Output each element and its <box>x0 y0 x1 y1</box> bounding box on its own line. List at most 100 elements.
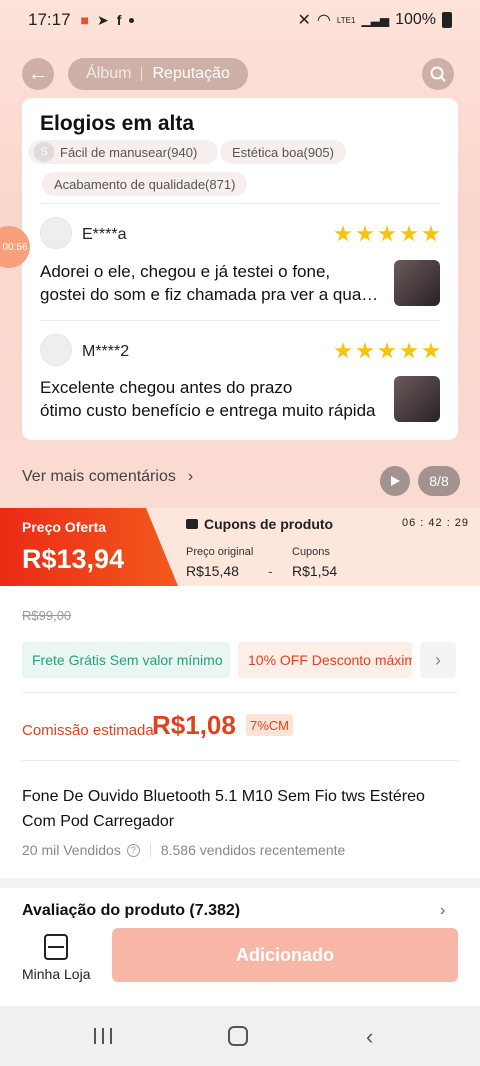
more-dot-icon <box>129 17 135 23</box>
original-price: R$15,48 <box>186 563 239 579</box>
star-icon <box>400 225 418 242</box>
header-tabs: Álbum Reputação <box>68 58 248 90</box>
review-line: Excelente chegou antes do prazo <box>40 378 293 397</box>
star-icon <box>422 342 440 359</box>
star-rating <box>334 225 440 243</box>
see-more-label: Ver mais comentários <box>22 468 176 485</box>
reviewer-name: E****a <box>82 226 127 243</box>
promo-free-shipping[interactable]: Frete Grátis Sem valor mínimo <box>22 642 230 678</box>
product-title: Fone De Ouvido Bluetooth 5.1 M10 Sem Fio… <box>22 788 425 830</box>
lte-label: LTE1 <box>336 15 356 25</box>
system-nav-bar: ‹ <box>0 1006 480 1066</box>
battery-percent: 100% <box>395 11 436 28</box>
star-icon <box>378 225 396 242</box>
media-counter: 8/8 <box>418 466 460 496</box>
timer-text: 00:56 <box>2 241 28 253</box>
sales-info: 20 mil Vendidos ? 8.586 vendidos recente… <box>22 842 345 858</box>
video-icon: ■ <box>80 12 90 28</box>
coupon-value: R$1,54 <box>292 563 338 579</box>
promo-discount[interactable]: 10% OFF Desconto máximo <box>238 642 412 678</box>
countdown-timer: 06 : 42 : 29 <box>402 517 470 529</box>
chip-estetica-boa[interactable]: Estética boa(905) <box>220 140 346 164</box>
coupon-label: Cupons <box>292 546 330 558</box>
search-icon <box>430 66 446 82</box>
chip-label: Fácil de manusear(940) <box>60 144 198 160</box>
avatar <box>40 217 72 249</box>
chevron-right-icon: › <box>187 468 194 485</box>
divider <box>40 320 440 321</box>
avatar: S <box>34 142 54 162</box>
arrow-left-icon: ← <box>28 62 48 85</box>
sold-count: 20 mil Vendidos <box>22 842 121 858</box>
recent-apps-icon[interactable] <box>94 1028 112 1044</box>
commission-value: R$1,08 <box>152 710 236 740</box>
star-icon <box>422 225 440 242</box>
price-banner: Preço Oferta R$13,94 Cupons de produto 0… <box>0 508 480 586</box>
promo-more-button[interactable]: › <box>420 642 456 678</box>
offer-price: R$13,94 <box>22 544 125 574</box>
signal-icon: ▁▃▅ <box>361 13 390 27</box>
review-line: Adorei o ele, chegou e já testei o fone, <box>40 262 331 281</box>
review-line: ótimo custo benefício e entrega muito rá… <box>40 401 376 420</box>
clock: 17:17 <box>28 10 71 29</box>
review-photo[interactable] <box>394 376 440 422</box>
home-icon[interactable] <box>228 1026 248 1046</box>
chip-acabamento[interactable]: Acabamento de qualidade(871) <box>42 172 248 196</box>
recent-sales: 8.586 vendidos recentemente <box>160 842 346 858</box>
chevron-right-icon: › <box>435 649 441 670</box>
review-line: gostei do som e fiz chamada pra ver a qu… <box>40 285 380 304</box>
star-icon <box>356 225 374 242</box>
see-more-comments-link[interactable]: Ver mais comentários › <box>22 468 193 486</box>
divider <box>40 203 440 204</box>
section-gap <box>0 878 480 888</box>
review-photo[interactable] <box>394 260 440 306</box>
coupon-icon <box>186 519 198 529</box>
back-button[interactable]: ← <box>22 58 54 90</box>
back-nav-icon[interactable]: ‹ <box>366 1024 373 1050</box>
play-button[interactable] <box>380 466 410 496</box>
divider <box>22 692 458 693</box>
review-text: Adorei o ele, chegou e já testei o fone,… <box>40 260 380 306</box>
search-button[interactable] <box>422 58 454 90</box>
highlights-title: Elogios em alta <box>40 112 195 135</box>
offer-label: Preço Oferta <box>22 519 107 535</box>
divider <box>22 760 458 761</box>
commission-label: Comissão estimada <box>22 722 154 739</box>
star-icon <box>334 225 352 242</box>
tab-divider <box>141 67 143 81</box>
chip-facil-manusear[interactable]: S Fácil de manusear(940) <box>28 140 218 164</box>
telegram-icon: ➤ <box>97 11 109 28</box>
help-icon[interactable]: ? <box>126 843 140 857</box>
chip-label: Acabamento de qualidade(871) <box>54 176 236 192</box>
star-rating <box>334 342 440 360</box>
star-icon <box>334 342 352 359</box>
battery-icon <box>442 12 452 28</box>
review-text: Excelente chegou antes do prazo ótimo cu… <box>40 376 380 422</box>
minus-sign: - <box>268 563 273 579</box>
store-icon[interactable] <box>44 934 68 960</box>
bottom-action-bar: Minha Loja Adicionado <box>0 918 480 1006</box>
wifi-icon: ◠ <box>316 12 331 29</box>
my-store-label[interactable]: Minha Loja <box>22 966 91 982</box>
star-icon <box>356 342 374 359</box>
avatar <box>40 334 72 366</box>
original-price-label: Preço original <box>186 546 254 558</box>
added-button[interactable]: Adicionado <box>112 928 458 982</box>
coupons-title-label: Cupons de produto <box>204 516 334 532</box>
divider <box>149 843 151 857</box>
facebook-icon: f <box>116 12 122 28</box>
star-icon <box>400 342 418 359</box>
tab-album[interactable]: Álbum <box>86 65 131 83</box>
notification-icons: ■ ➤ f <box>81 12 135 29</box>
status-bar: 17:17 ■ ➤ f ✕ ◠ LTE1 ▁▃▅ 100% <box>0 0 480 40</box>
offer-price-block: Preço Oferta R$13,94 <box>0 508 178 586</box>
tab-reputacao[interactable]: Reputação <box>152 65 229 83</box>
chip-label: Estética boa(905) <box>232 144 334 160</box>
mute-icon: ✕ <box>297 12 311 29</box>
highlights-card: Elogios em alta S Fácil de manusear(940)… <box>22 98 458 440</box>
play-icon <box>391 476 400 486</box>
old-price: R$99,00 <box>22 608 72 623</box>
system-icons: ✕ ◠ LTE1 ▁▃▅ 100% <box>297 10 452 30</box>
star-icon <box>378 342 396 359</box>
coupons-title: Cupons de produto <box>186 516 333 532</box>
